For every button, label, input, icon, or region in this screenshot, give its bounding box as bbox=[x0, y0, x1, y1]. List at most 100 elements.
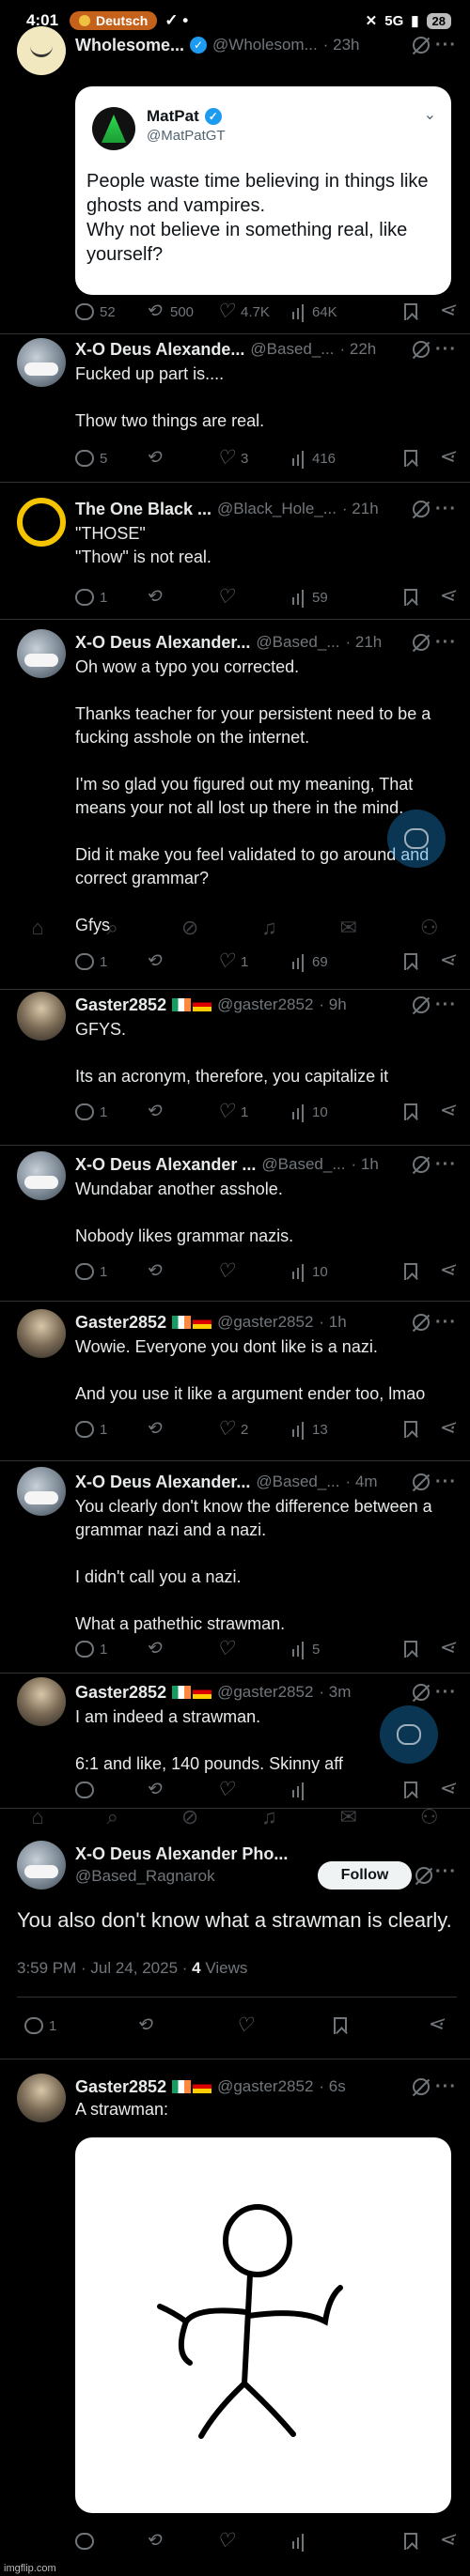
views-button[interactable]: 13 bbox=[291, 1421, 362, 1438]
share-button[interactable] bbox=[438, 1635, 457, 1659]
notifications-icon[interactable]: ♫ bbox=[261, 1805, 277, 1829]
post-image[interactable] bbox=[75, 2137, 451, 2513]
grok-icon[interactable] bbox=[413, 1314, 431, 1331]
like-button[interactable] bbox=[216, 2529, 291, 2553]
repost-button[interactable] bbox=[146, 2530, 216, 2552]
share-button[interactable] bbox=[438, 1257, 457, 1282]
bookmark-button[interactable] bbox=[404, 1103, 417, 1120]
post-time[interactable]: · 4m bbox=[346, 1473, 378, 1491]
repost-button[interactable] bbox=[146, 1260, 216, 1282]
share-button[interactable] bbox=[438, 444, 457, 469]
like-button[interactable]: 3 bbox=[216, 446, 291, 470]
reply-button[interactable] bbox=[75, 2533, 146, 2550]
grok-icon[interactable] bbox=[413, 634, 431, 651]
home-icon[interactable]: ⌂ bbox=[31, 1805, 43, 1829]
post-time[interactable]: · 22h bbox=[339, 340, 376, 359]
quoted-post[interactable]: MatPat ✓ @MatPatGT ⌄ People waste time be… bbox=[75, 86, 451, 295]
more-icon[interactable]: ··· bbox=[435, 2076, 457, 2098]
more-icon[interactable]: ··· bbox=[435, 1472, 457, 1493]
communities-icon[interactable]: ⚇ bbox=[420, 1805, 439, 1829]
search-icon[interactable]: ⌕ bbox=[107, 1805, 118, 1829]
author-name[interactable]: The One Black ... bbox=[75, 500, 212, 519]
bookmark-button[interactable] bbox=[334, 2017, 348, 2034]
grok-icon[interactable] bbox=[413, 2078, 431, 2095]
repost-button[interactable] bbox=[146, 1638, 216, 1659]
reply-button[interactable]: 1 bbox=[75, 1421, 146, 1438]
post-time[interactable]: · 21h bbox=[342, 500, 379, 518]
post-time[interactable]: · 1h bbox=[319, 1313, 346, 1332]
more-icon[interactable]: ··· bbox=[435, 339, 457, 361]
more-icon[interactable]: ··· bbox=[435, 35, 457, 56]
post-time[interactable]: · 1h bbox=[352, 1155, 379, 1174]
more-icon[interactable]: ··· bbox=[435, 499, 457, 520]
messages-icon[interactable]: ✉ bbox=[340, 916, 357, 940]
avatar[interactable] bbox=[17, 992, 66, 1041]
post-time[interactable]: · 9h bbox=[319, 995, 346, 1014]
more-icon[interactable]: ··· bbox=[435, 995, 457, 1016]
quoted-author-handle[interactable]: @MatPatGT bbox=[147, 128, 226, 144]
views-button[interactable]: 416 bbox=[291, 450, 362, 467]
more-icon[interactable]: ··· bbox=[435, 1154, 457, 1176]
reply-button[interactable]: 52 bbox=[75, 303, 146, 320]
post-time[interactable]: · 21h bbox=[346, 633, 383, 652]
author-name[interactable]: Gaster2852 bbox=[75, 1683, 166, 1703]
more-icon[interactable]: ··· bbox=[435, 1682, 457, 1704]
grok-icon[interactable] bbox=[413, 1473, 431, 1490]
bookmark-button[interactable] bbox=[404, 1641, 417, 1658]
author-handle[interactable]: @Based_... bbox=[256, 1473, 339, 1491]
views-button[interactable] bbox=[291, 2533, 362, 2550]
bookmark-button[interactable] bbox=[404, 1421, 417, 1438]
author-handle[interactable]: @Wholesom... bbox=[212, 36, 318, 54]
more-icon[interactable]: ··· bbox=[435, 632, 457, 654]
notifications-icon[interactable]: ♫ bbox=[261, 916, 277, 940]
reply-button[interactable]: 1 bbox=[75, 1103, 146, 1120]
bookmark-button[interactable] bbox=[404, 589, 417, 606]
post-0[interactable]: Wholesome... ✓ @Wholesom... · 23h ··· Ma… bbox=[0, 19, 470, 334]
bookmark-button[interactable] bbox=[404, 2533, 417, 2550]
share-button[interactable] bbox=[427, 2012, 446, 2036]
like-button[interactable]: 2 bbox=[216, 1417, 291, 1441]
reply-button[interactable]: 1 bbox=[24, 2017, 56, 2034]
bookmark-button[interactable] bbox=[404, 1263, 417, 1280]
author-name[interactable]: Gaster2852 bbox=[75, 2077, 166, 2097]
grok-icon[interactable] bbox=[413, 1684, 431, 1701]
author-name[interactable]: X-O Deus Alexander... bbox=[75, 1473, 250, 1492]
author-handle[interactable]: @gaster2852 bbox=[217, 2077, 313, 2096]
like-button[interactable] bbox=[235, 2013, 254, 2037]
repost-button[interactable] bbox=[146, 1418, 216, 1440]
compose-button[interactable] bbox=[380, 1705, 438, 1764]
share-button[interactable] bbox=[438, 298, 457, 322]
views-button[interactable]: 59 bbox=[291, 589, 362, 606]
author-name[interactable]: X-O Deus Alexander ... bbox=[75, 1155, 256, 1175]
author-name[interactable]: Wholesome... bbox=[75, 36, 184, 55]
repost-button[interactable] bbox=[146, 1101, 216, 1122]
views-button[interactable]: 10 bbox=[291, 1103, 362, 1120]
author-handle[interactable]: @Black_Hole_... bbox=[217, 500, 337, 518]
like-button[interactable] bbox=[216, 1637, 291, 1660]
avatar[interactable] bbox=[17, 1841, 66, 1890]
author-handle[interactable]: @Based_Ragnarok bbox=[75, 1867, 215, 1886]
avatar[interactable] bbox=[17, 26, 66, 75]
avatar[interactable] bbox=[17, 1677, 66, 1726]
grok-icon[interactable] bbox=[415, 1867, 432, 1884]
messages-icon[interactable]: ✉ bbox=[340, 1805, 357, 1829]
like-button[interactable] bbox=[216, 585, 291, 609]
post-time[interactable]: · 3m bbox=[319, 1683, 351, 1702]
reply-button[interactable]: 1 bbox=[75, 589, 146, 606]
share-button[interactable] bbox=[438, 1098, 457, 1122]
reply-button[interactable]: 5 bbox=[75, 450, 146, 467]
post-6[interactable]: Gaster2852 @gaster2852 · 1h ··· Wowie. E… bbox=[0, 1302, 470, 1461]
avatar[interactable] bbox=[17, 338, 66, 387]
views-button[interactable]: 5 bbox=[291, 1641, 362, 1658]
grok-icon[interactable] bbox=[413, 37, 431, 54]
post-5[interactable]: X-O Deus Alexander ... @Based_... · 1h ·… bbox=[0, 1146, 470, 1302]
author-handle[interactable]: @gaster2852 bbox=[217, 1313, 313, 1332]
author-handle[interactable]: @Based_... bbox=[261, 1155, 345, 1174]
post-time[interactable]: · 6s bbox=[319, 2077, 345, 2096]
follow-button[interactable]: Follow bbox=[318, 1861, 412, 1890]
reply-button[interactable]: 1 bbox=[75, 1641, 146, 1658]
author-handle[interactable]: @Based_... bbox=[250, 340, 334, 359]
grok-tab-icon[interactable]: ⊘ bbox=[181, 916, 198, 940]
grok-icon[interactable] bbox=[413, 996, 431, 1013]
avatar[interactable] bbox=[17, 629, 66, 678]
